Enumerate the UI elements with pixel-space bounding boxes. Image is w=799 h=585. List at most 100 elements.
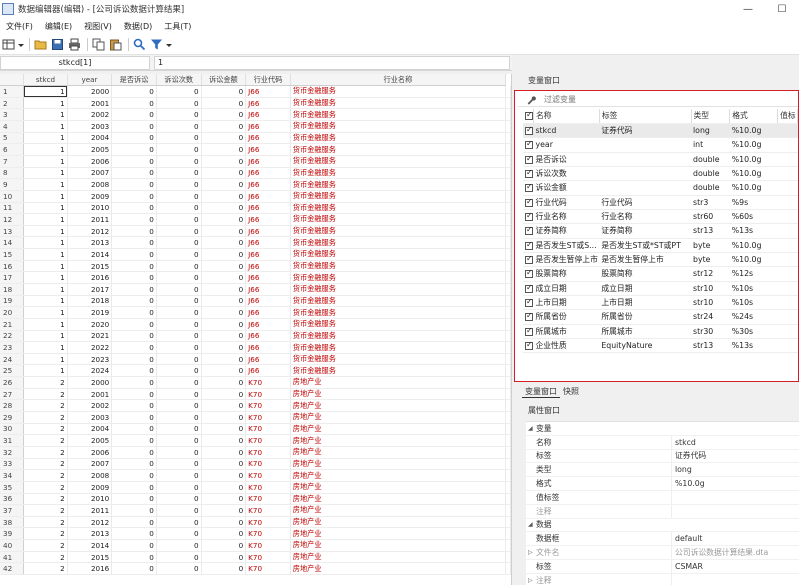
- table-row[interactable]: 37 2 2011 0 0 0 K70 房地产业: [0, 504, 511, 517]
- data-cell[interactable]: 0: [156, 562, 202, 575]
- empty-cell[interactable]: [505, 504, 511, 517]
- table-row[interactable]: 30 2 2004 0 0 0 K70 房地产业: [0, 423, 511, 436]
- data-cell[interactable]: 0: [201, 330, 247, 343]
- data-cell[interactable]: 房地产业: [290, 458, 507, 471]
- table-row[interactable]: 19 1 2018 0 0 0 J66 货币金融服务: [0, 295, 511, 308]
- table-row[interactable]: 21 1 2020 0 0 0 J66 货币金融服务: [0, 318, 511, 331]
- data-cell[interactable]: 2001: [67, 97, 113, 110]
- empty-cell[interactable]: [505, 458, 511, 471]
- data-cell[interactable]: 1: [23, 364, 68, 378]
- column-header[interactable]: 诉讼金额: [201, 74, 247, 87]
- empty-cell[interactable]: [505, 295, 511, 308]
- data-cell[interactable]: 2: [23, 493, 68, 506]
- property-row[interactable]: ▷ 文件名 公司诉讼数据计算结果.dta: [526, 546, 799, 560]
- variable-checkbox[interactable]: [523, 238, 534, 253]
- data-cell[interactable]: 货币金融服务: [290, 225, 507, 238]
- row-number[interactable]: 30: [0, 423, 25, 436]
- data-cell[interactable]: 0: [156, 527, 202, 541]
- data-cell[interactable]: 0: [156, 411, 202, 424]
- table-row[interactable]: 24 1 2023 0 0 0 J66 货币金融服务: [0, 353, 511, 366]
- data-cell[interactable]: 货币金融服务: [290, 283, 507, 296]
- data-cell[interactable]: 0: [156, 248, 202, 261]
- data-cell[interactable]: 0: [201, 504, 247, 517]
- empty-cell[interactable]: [505, 399, 511, 413]
- data-cell[interactable]: 0: [156, 295, 202, 308]
- table-row[interactable]: 17 1 2016 0 0 0 J66 货币金融服务: [0, 271, 511, 284]
- data-cell[interactable]: 0: [111, 167, 157, 180]
- table-row[interactable]: 13 1 2012 0 0 0 J66 货币金融服务: [0, 225, 511, 238]
- section-data[interactable]: ◢ 数据: [526, 519, 799, 533]
- data-cell[interactable]: 房地产业: [290, 411, 507, 424]
- row-number[interactable]: 18: [0, 283, 25, 296]
- variable-row[interactable]: 诉讼金额 double%10.0g: [523, 180, 798, 196]
- row-number[interactable]: 32: [0, 446, 25, 459]
- data-cell[interactable]: 0: [156, 236, 202, 250]
- data-cell[interactable]: 0: [156, 423, 202, 436]
- table-row[interactable]: 31 2 2005 0 0 0 K70 房地产业: [0, 434, 511, 447]
- empty-cell[interactable]: [505, 446, 511, 459]
- row-number[interactable]: 23: [0, 341, 25, 354]
- data-cell[interactable]: 0: [111, 108, 157, 122]
- data-cell[interactable]: 房地产业: [290, 388, 507, 401]
- data-cell[interactable]: 1: [23, 318, 68, 331]
- data-cell[interactable]: 0: [111, 97, 157, 110]
- data-cell[interactable]: 1: [23, 283, 68, 296]
- data-cell[interactable]: 0: [201, 423, 247, 436]
- row-number[interactable]: 27: [0, 388, 25, 401]
- property-row[interactable]: 格式 %10.0g: [526, 477, 799, 491]
- row-number[interactable]: 1: [0, 85, 25, 98]
- data-cell[interactable]: 货币金融服务: [290, 213, 507, 226]
- data-cell[interactable]: 房地产业: [290, 481, 507, 494]
- data-cell[interactable]: 0: [111, 132, 157, 145]
- data-cell[interactable]: 0: [111, 260, 157, 273]
- data-cell[interactable]: 1: [23, 85, 68, 98]
- variable-row[interactable]: 诉讼次数 double%10.0g: [523, 166, 798, 182]
- empty-cell[interactable]: [505, 469, 511, 482]
- row-number[interactable]: 7: [0, 155, 25, 168]
- data-cell[interactable]: 货币金融服务: [290, 97, 507, 110]
- data-cell[interactable]: 2010: [67, 202, 113, 215]
- data-cell[interactable]: 2: [23, 551, 68, 564]
- variable-row[interactable]: 成立日期成立日期str10%10s: [523, 281, 798, 296]
- data-cell[interactable]: 0: [111, 190, 157, 203]
- row-number[interactable]: 19: [0, 295, 25, 308]
- data-cell[interactable]: 0: [201, 493, 247, 506]
- menu-view[interactable]: 视图(V): [78, 21, 118, 32]
- row-number[interactable]: 41: [0, 551, 25, 564]
- data-cell[interactable]: 0: [111, 341, 157, 354]
- data-cell[interactable]: K70: [245, 376, 291, 389]
- table-row[interactable]: 42 2 2016 0 0 0 K70 房地产业: [0, 562, 511, 575]
- data-cell[interactable]: 2021: [67, 330, 113, 343]
- data-cell[interactable]: 2005: [67, 143, 113, 156]
- data-cell[interactable]: 0: [156, 434, 202, 447]
- data-cell[interactable]: 0: [156, 364, 202, 378]
- row-number[interactable]: 15: [0, 248, 25, 261]
- data-cell[interactable]: 0: [111, 236, 157, 250]
- filter-icon[interactable]: [149, 37, 164, 52]
- data-cell[interactable]: K70: [245, 493, 291, 506]
- table-row[interactable]: 8 1 2007 0 0 0 J66 货币金融服务: [0, 167, 511, 180]
- column-header[interactable]: 诉讼次数: [156, 74, 202, 87]
- column-header[interactable]: 是否诉讼: [111, 74, 157, 87]
- data-cell[interactable]: 0: [111, 306, 157, 319]
- data-cell[interactable]: 0: [111, 411, 157, 424]
- data-cell[interactable]: 0: [201, 213, 247, 226]
- data-cell[interactable]: 0: [201, 551, 247, 564]
- data-cell[interactable]: J66: [245, 341, 291, 354]
- data-cell[interactable]: 2006: [67, 155, 113, 168]
- data-cell[interactable]: 0: [156, 388, 202, 401]
- empty-cell[interactable]: [505, 190, 511, 203]
- empty-cell[interactable]: [505, 155, 511, 168]
- variable-row[interactable]: 行业代码行业代码str3%9s: [523, 195, 798, 210]
- table-row[interactable]: 1 1 2000 0 0 0 J66 货币金融服务: [0, 85, 511, 98]
- data-cell[interactable]: 房地产业: [290, 399, 507, 413]
- data-cell[interactable]: 货币金融服务: [290, 364, 507, 378]
- table-row[interactable]: 35 2 2009 0 0 0 K70 房地产业: [0, 481, 511, 494]
- data-cell[interactable]: 2016: [67, 271, 113, 284]
- row-number[interactable]: 31: [0, 434, 25, 447]
- data-cell[interactable]: 0: [201, 341, 247, 354]
- table-row[interactable]: 4 1 2003 0 0 0 J66 货币金融服务: [0, 120, 511, 133]
- data-cell[interactable]: 0: [156, 330, 202, 343]
- variable-row[interactable]: year int%10.0g: [523, 137, 798, 153]
- data-cell[interactable]: K70: [245, 527, 291, 541]
